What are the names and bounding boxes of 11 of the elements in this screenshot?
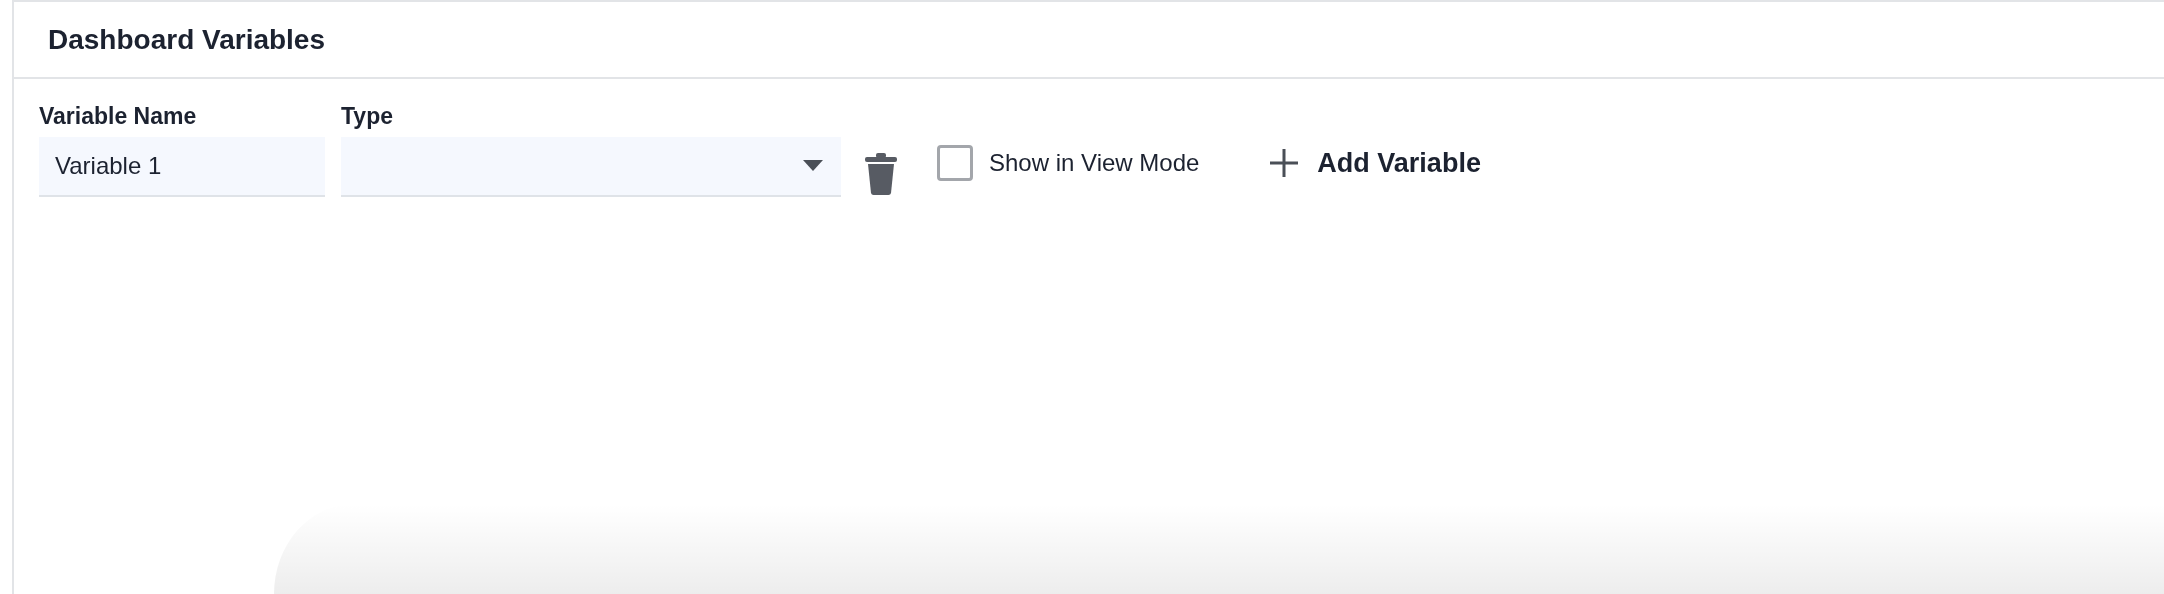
field-label: Type — [341, 103, 394, 131]
field-label: Variable Name — [39, 103, 198, 131]
checkbox-label: Show in View Mode — [989, 148, 1200, 178]
input-field[interactable]: Variable 1 — [39, 136, 325, 197]
checkbox[interactable] — [937, 145, 973, 181]
add-variable-button[interactable]: Add Variable — [1269, 143, 1481, 184]
trash-icon[interactable] — [865, 153, 897, 195]
caret-icon — [803, 160, 823, 172]
type-dropdown[interactable] — [341, 136, 841, 197]
panel-title: Dashboard Variables — [48, 22, 325, 57]
plus-icon — [1269, 148, 1300, 179]
